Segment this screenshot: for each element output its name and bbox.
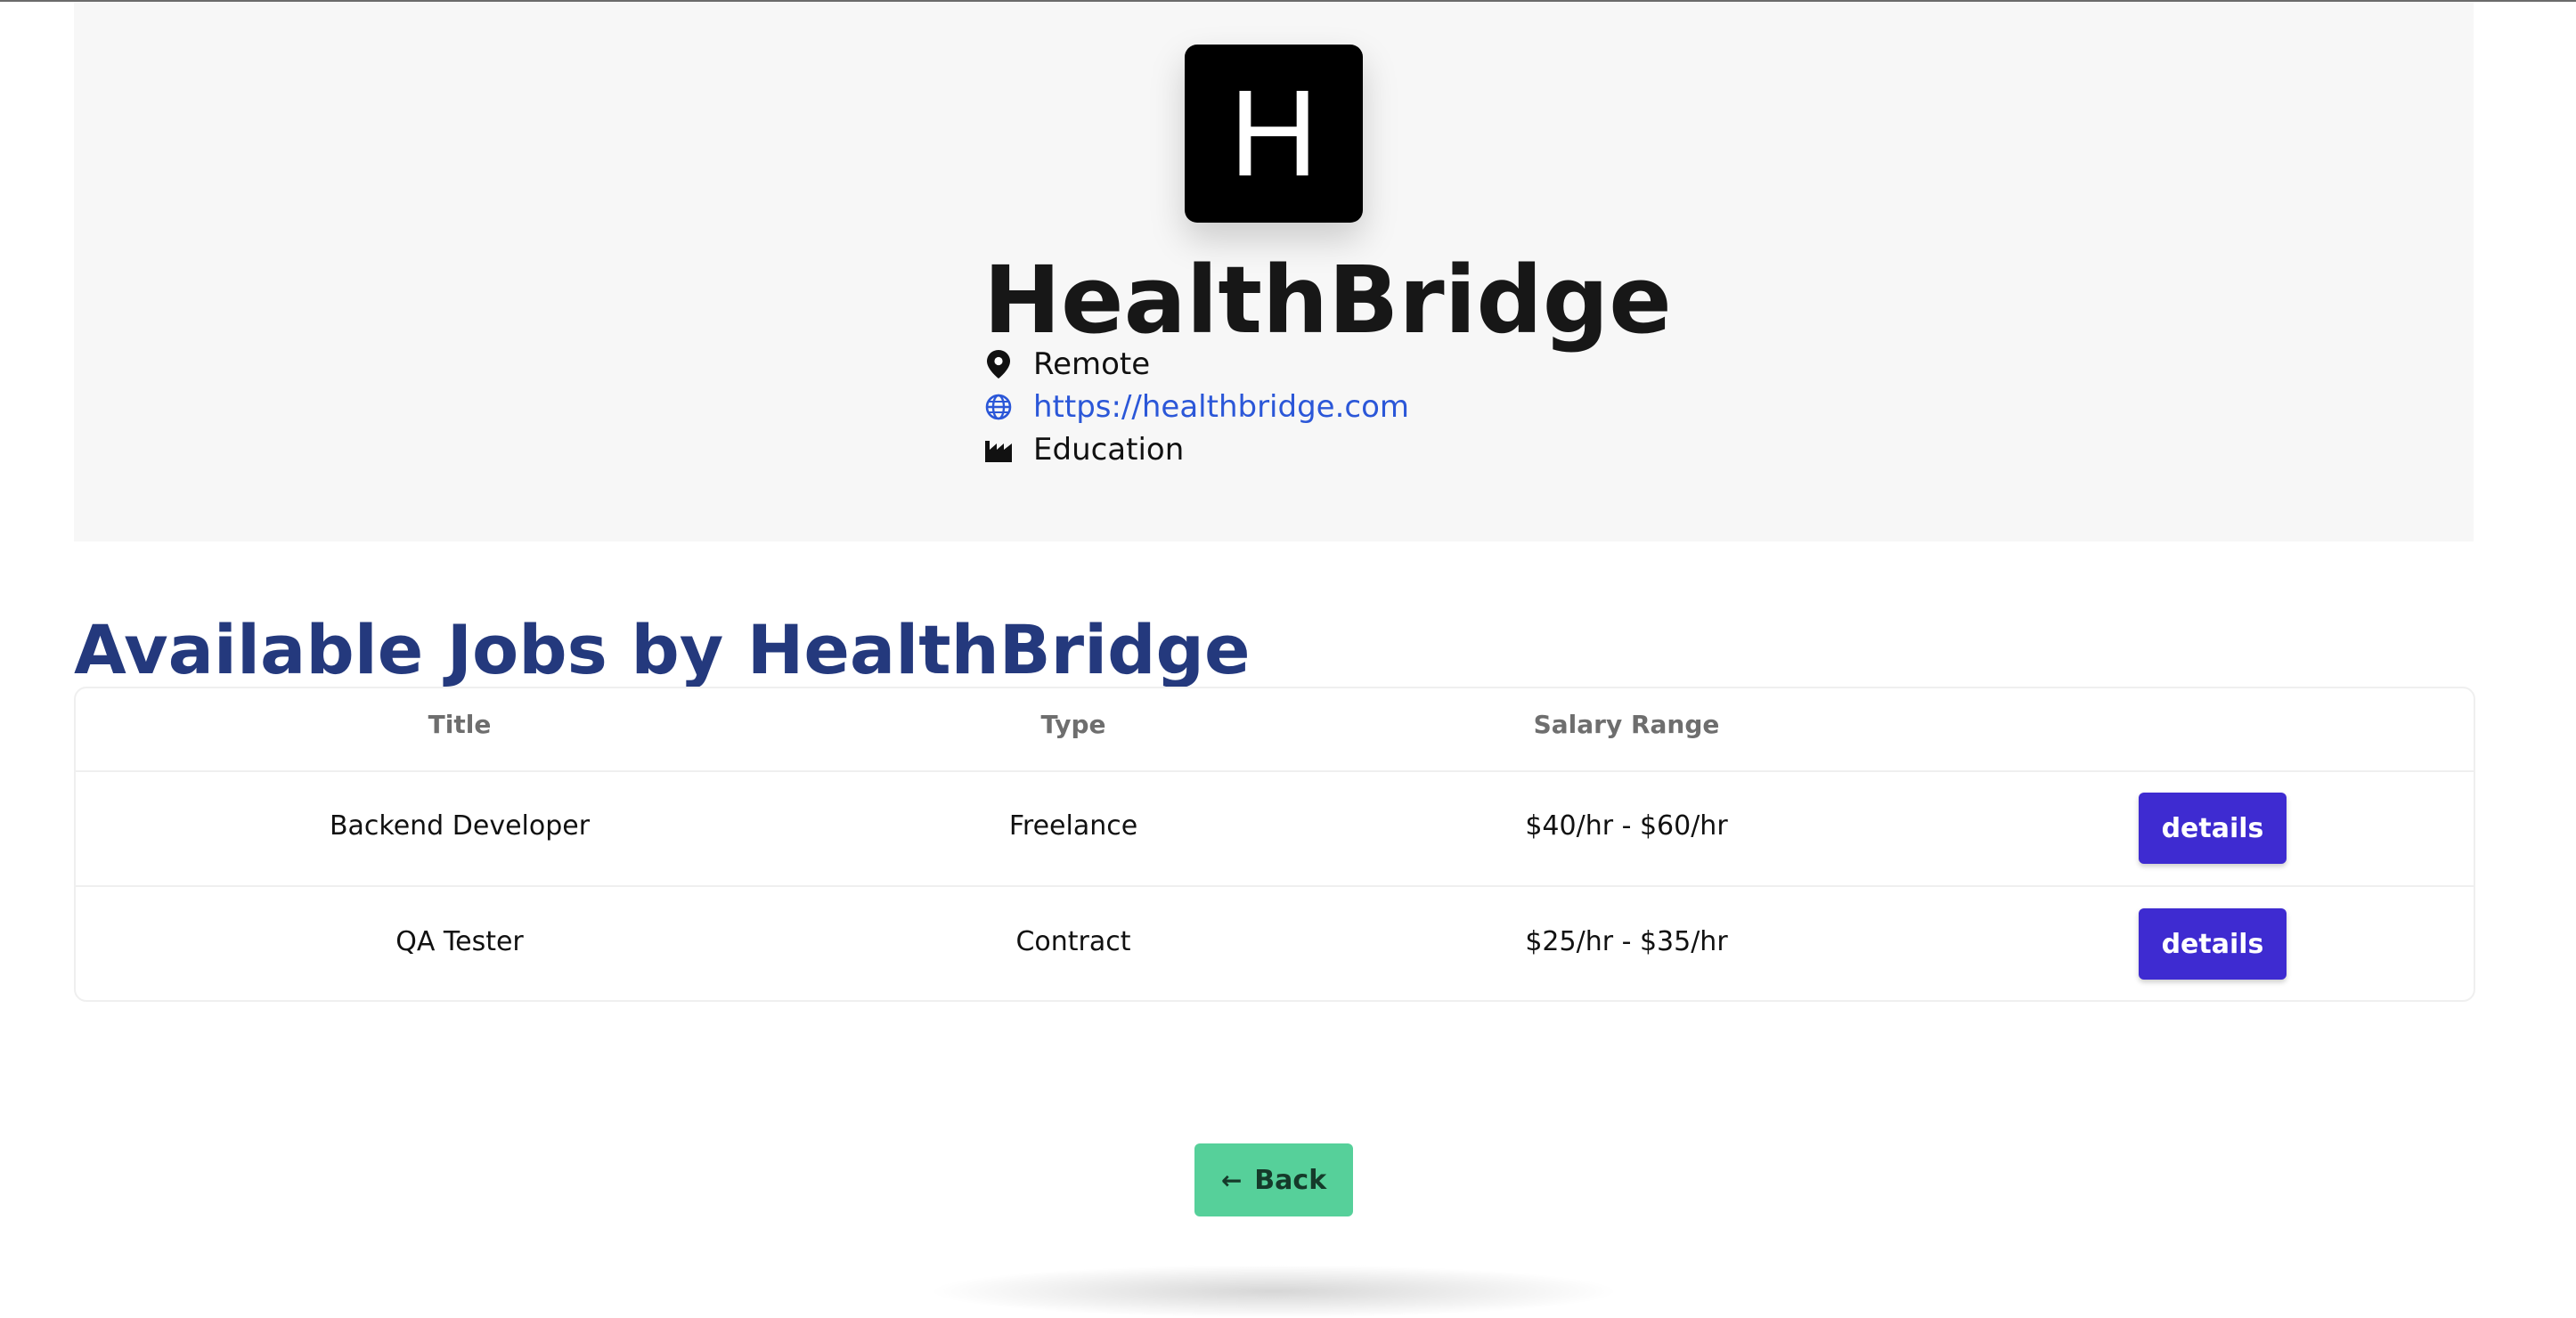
arrow-left-icon: ← [1220,1165,1243,1195]
map-pin-icon [983,349,1014,379]
column-header-type: Type [1040,710,1106,739]
column-header-salary: Salary Range [1533,710,1720,739]
bottom-shadow [926,1265,1621,1318]
company-location: Remote [983,345,1150,384]
industry-text: Education [1033,432,1185,468]
globe-icon [983,392,1014,422]
logo-letter: H [1229,64,1318,202]
table-row: QA Tester Contract $25/hr - $35/hr detai… [76,887,2474,1001]
job-salary: $25/hr - $35/hr [1525,926,1728,957]
company-logo: H [1185,45,1363,223]
job-salary: $40/hr - $60/hr [1525,810,1728,842]
factory-icon [983,435,1014,465]
jobs-table: Title Type Salary Range Backend Develope… [74,687,2475,1002]
job-title: Backend Developer [329,810,591,842]
table-header: Title Type Salary Range [76,688,2474,772]
job-title: QA Tester [395,926,524,957]
company-name: HealthBridge [983,246,1672,354]
job-type: Contract [1015,926,1131,957]
back-button[interactable]: ← Back [1194,1143,1353,1216]
table-row: Backend Developer Freelance $40/hr - $60… [76,771,2474,887]
back-button-label: Back [1254,1164,1327,1196]
details-button[interactable]: details [2139,908,2287,980]
column-header-title: Title [428,710,492,739]
job-type: Freelance [1008,810,1138,842]
company-industry: Education [983,430,1184,469]
section-title: Available Jobs by HealthBridge [74,610,1251,689]
company-website[interactable]: https://healthbridge.com [983,387,1409,427]
location-text: Remote [1033,346,1151,382]
website-link[interactable]: https://healthbridge.com [1033,389,1409,425]
details-button[interactable]: details [2139,793,2287,864]
